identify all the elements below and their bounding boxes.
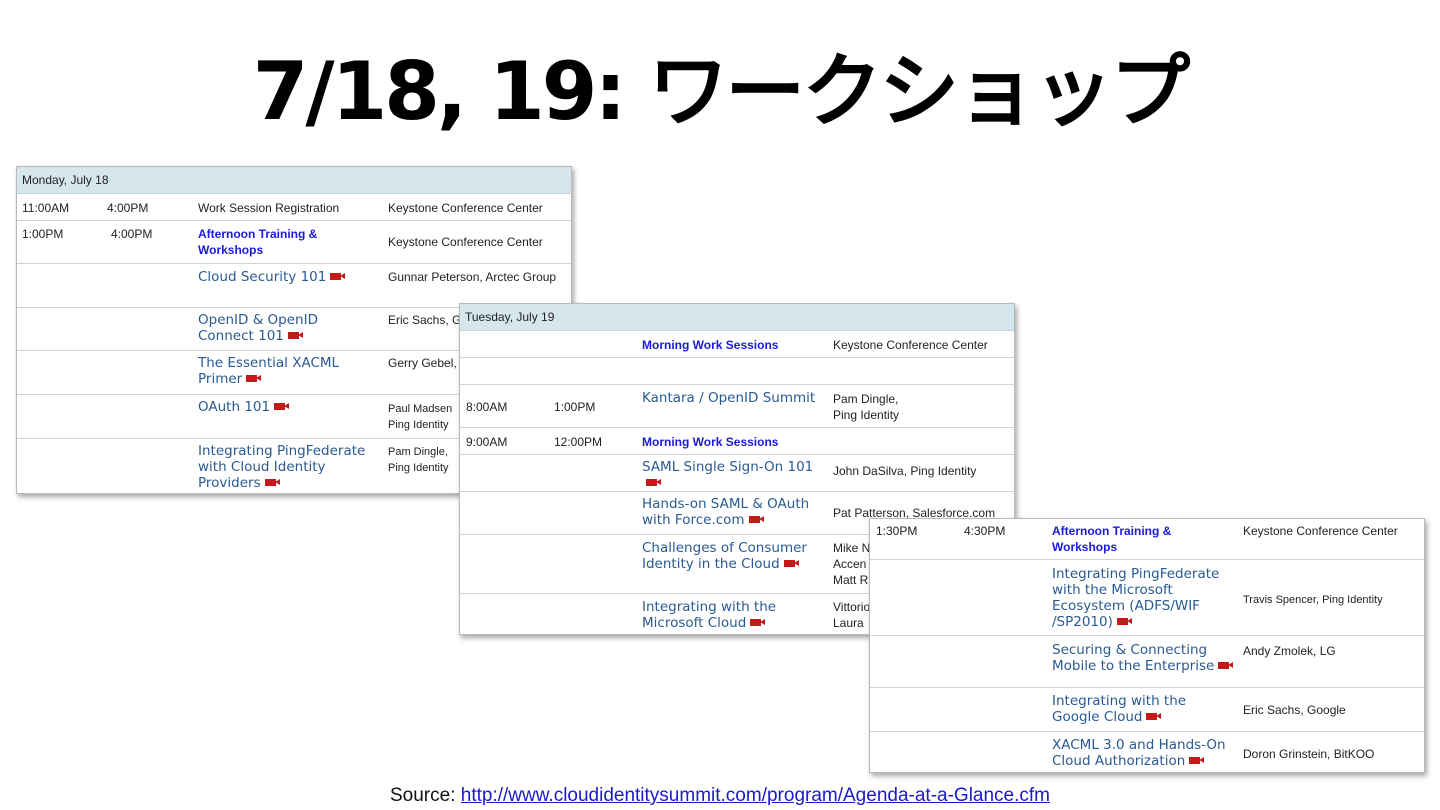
- speaker: Eric Sachs, Google: [1243, 703, 1346, 717]
- video-camera-icon[interactable]: [330, 273, 346, 280]
- speaker: Eric Sachs, G: [388, 313, 462, 327]
- table-row: Securing & Connecting Mobile to the Ente…: [870, 636, 1424, 688]
- start-time: 1:30PM: [876, 524, 918, 538]
- afternoon-schedule: 1:30PM 4:30PM Afternoon Training & Works…: [869, 518, 1425, 773]
- table-row: 1:00PM 4:00PM Afternoon Training & Works…: [17, 221, 571, 264]
- video-camera-icon[interactable]: [246, 375, 262, 382]
- speaker: Pam Dingle, Ping Identity: [833, 392, 900, 422]
- speaker: Paul Madsen Ping Identity: [388, 403, 453, 431]
- monday-header: Monday, July 18: [17, 167, 571, 194]
- table-row: 8:00AM 1:00PM Kantara / OpenID Summit Pa…: [460, 385, 1014, 428]
- video-camera-icon[interactable]: [1146, 713, 1162, 720]
- speaker: Pam Dingle, Ping Identity: [388, 446, 449, 474]
- session-link[interactable]: The Essential XACML Primer: [198, 355, 358, 387]
- source-label: Source:: [390, 785, 461, 806]
- end-time: 4:00PM: [111, 227, 153, 241]
- session-link[interactable]: Integrating with the Microsoft Cloud: [642, 599, 822, 631]
- speaker: Doron Grinstein, BitKOO: [1243, 747, 1375, 761]
- speaker: Gerry Gebel,: [388, 356, 457, 370]
- video-camera-icon[interactable]: [1189, 757, 1205, 764]
- end-time: 4:30PM: [964, 524, 1006, 538]
- table-row: Morning Work Sessions Keystone Conferenc…: [460, 331, 1014, 358]
- event-link[interactable]: Afternoon Training & Workshops: [1052, 523, 1202, 555]
- end-time: 4:00PM: [107, 201, 149, 215]
- speaker: Andy Zmolek, LG: [1243, 644, 1336, 658]
- source-citation: Source: http://www.cloudidentitysummit.c…: [0, 785, 1440, 807]
- table-row: 9:00AM 12:00PM Morning Work Sessions: [460, 428, 1014, 455]
- video-camera-icon[interactable]: [287, 332, 303, 339]
- speaker: Gunnar Peterson, Arctec Group: [388, 270, 557, 284]
- table-row: [460, 358, 1014, 385]
- video-camera-icon[interactable]: [274, 403, 290, 410]
- table-row: Cloud Security 101 Gunnar Peterson, Arct…: [17, 264, 571, 308]
- table-row: XACML 3.0 and Hands-On Cloud Authorizati…: [870, 732, 1424, 772]
- event-link[interactable]: Afternoon Training & Workshops: [198, 226, 348, 258]
- video-camera-icon[interactable]: [750, 619, 766, 626]
- location: Keystone Conference Center: [388, 235, 543, 249]
- session-link[interactable]: Integrating PingFederate with the Micros…: [1052, 566, 1232, 630]
- start-time: 1:00PM: [22, 227, 64, 241]
- event-link[interactable]: Morning Work Sessions: [642, 337, 778, 353]
- location: Keystone Conference Center: [1243, 524, 1398, 538]
- video-camera-icon[interactable]: [1218, 662, 1234, 669]
- session-link[interactable]: OpenID & OpenID Connect 101: [198, 312, 358, 344]
- location: Keystone Conference Center: [388, 201, 543, 215]
- session-link[interactable]: Challenges of Consumer Identity in the C…: [642, 540, 822, 572]
- speaker: Travis Spencer, Ping Identity: [1243, 594, 1383, 606]
- speaker: Mike N Accen Matt R: [833, 541, 871, 587]
- tuesday-header: Tuesday, July 19: [460, 304, 1014, 331]
- table-row: Integrating PingFederate with the Micros…: [870, 560, 1424, 636]
- table-row: 11:00AM 4:00PM Work Session Registration…: [17, 194, 571, 221]
- video-camera-icon[interactable]: [264, 479, 280, 486]
- video-camera-icon[interactable]: [646, 479, 661, 486]
- video-camera-icon[interactable]: [1116, 618, 1132, 625]
- start-time: 8:00AM: [466, 400, 508, 414]
- session-link[interactable]: Hands-on SAML & OAuth with Force.com: [642, 496, 827, 528]
- session-link[interactable]: OAuth 101: [198, 399, 290, 415]
- location: Keystone Conference Center: [833, 338, 988, 352]
- source-link[interactable]: http://www.cloudidentitysummit.com/progr…: [461, 785, 1050, 806]
- start-time: 11:00AM: [22, 201, 70, 215]
- video-camera-icon[interactable]: [748, 516, 764, 523]
- event-name: Work Session Registration: [198, 201, 340, 215]
- table-row: Integrating with the Google Cloud Eric S…: [870, 688, 1424, 732]
- session-link[interactable]: Securing & Connecting Mobile to the Ente…: [1052, 642, 1234, 674]
- end-time: 12:00PM: [554, 435, 603, 449]
- slide-title: 7/18, 19: ワークショップ: [252, 45, 1191, 138]
- video-camera-icon[interactable]: [783, 560, 799, 567]
- session-link[interactable]: Cloud Security 101: [198, 269, 378, 285]
- event-link[interactable]: Morning Work Sessions: [642, 434, 778, 450]
- start-time: 9:00AM: [466, 435, 508, 449]
- session-link[interactable]: XACML 3.0 and Hands-On Cloud Authorizati…: [1052, 737, 1237, 769]
- table-row: 1:30PM 4:30PM Afternoon Training & Works…: [870, 519, 1424, 560]
- session-link[interactable]: Integrating PingFederate with Cloud Iden…: [198, 443, 378, 491]
- session-link[interactable]: Kantara / OpenID Summit: [642, 390, 815, 406]
- table-row: SAML Single Sign-On 101 John DaSilva, Pi…: [460, 455, 1014, 492]
- session-link[interactable]: SAML Single Sign-On 101: [642, 459, 827, 491]
- speaker: Vittorio Laura: [833, 600, 871, 630]
- session-link[interactable]: Integrating with the Google Cloud: [1052, 693, 1227, 725]
- end-time: 1:00PM: [554, 400, 596, 414]
- speaker: John DaSilva, Ping Identity: [833, 464, 977, 478]
